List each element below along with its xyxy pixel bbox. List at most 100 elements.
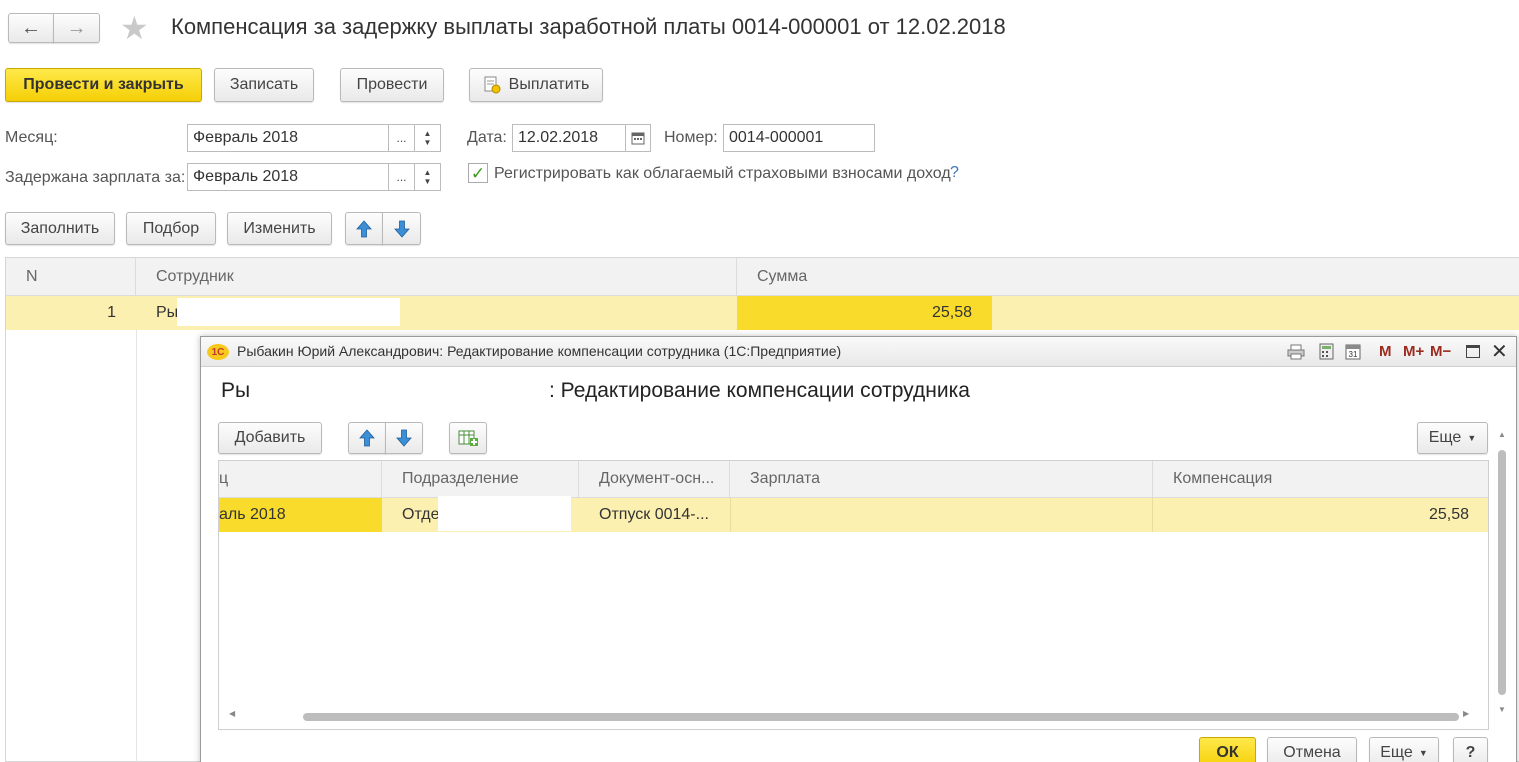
maximize-icon[interactable] xyxy=(1466,345,1480,358)
pay-document-icon xyxy=(484,76,501,94)
month-select-button[interactable]: ... xyxy=(388,124,415,152)
arrow-down-icon xyxy=(393,220,410,238)
row-salary xyxy=(730,498,1153,532)
close-icon[interactable]: ✕ xyxy=(1491,339,1508,364)
horizontal-scrollbar[interactable]: ◀ ▶ xyxy=(219,709,1473,725)
compensation-table-header: ц Подразделение Документ-осн... Зарплата… xyxy=(219,461,1488,498)
footer-more-button[interactable]: Еще ▼ xyxy=(1369,737,1439,762)
arrow-up-icon xyxy=(356,219,372,237)
edit-compensation-dialog: 1C Рыбакин Юрий Александрович: Редактиро… xyxy=(200,336,1517,762)
save-button[interactable]: Записать xyxy=(214,68,314,102)
stepper-up-icon: ▲ xyxy=(423,129,432,138)
column-header-compensation[interactable]: Компенсация xyxy=(1153,461,1488,497)
row-sum: 25,58 xyxy=(737,296,992,330)
post-and-close-button[interactable]: Провести и закрыть xyxy=(5,68,202,102)
row-employee: Ры xyxy=(156,304,179,321)
column-header-month[interactable]: ц xyxy=(219,461,382,497)
arrow-up-icon xyxy=(359,429,375,447)
number-field[interactable]: 0014-000001 xyxy=(723,124,875,152)
print-icon[interactable] xyxy=(1287,344,1305,360)
redacted-employee-name xyxy=(177,298,400,326)
help-button[interactable]: ? xyxy=(1453,737,1488,762)
scroll-right-icon[interactable]: ▶ xyxy=(1463,709,1469,718)
move-up-button[interactable] xyxy=(345,212,383,245)
more-dropdown-button[interactable]: Еще ▼ xyxy=(1417,422,1488,454)
chevron-down-icon: ▼ xyxy=(1418,748,1428,758)
arrow-left-icon: ← xyxy=(21,16,41,39)
popup-move-up-button[interactable] xyxy=(348,422,386,454)
dialog-header-prefix: Ры xyxy=(221,379,251,402)
arrow-down-icon xyxy=(396,429,412,447)
cancel-button[interactable]: Отмена xyxy=(1267,737,1357,762)
pay-button[interactable]: Выплатить xyxy=(469,68,603,102)
scroll-left-icon[interactable]: ◀ xyxy=(229,709,235,718)
vertical-scrollbar[interactable]: ▲ ▼ xyxy=(1495,430,1511,718)
stepper-up-icon: ▲ xyxy=(423,168,432,177)
month-field[interactable]: Февраль 2018 xyxy=(187,124,389,152)
delayed-salary-field[interactable]: Февраль 2018 xyxy=(187,163,389,191)
row-document: Отпуск 0014-... xyxy=(599,506,709,523)
arrow-right-icon: → xyxy=(66,16,87,39)
redacted-department xyxy=(438,496,571,531)
more-label: Еще xyxy=(1428,429,1462,446)
scroll-up-icon[interactable]: ▲ xyxy=(1498,430,1506,439)
row-number: 1 xyxy=(107,304,116,321)
register-checkbox[interactable]: ✓ xyxy=(468,163,488,183)
popup-move-down-button[interactable] xyxy=(385,422,423,454)
column-header-department[interactable]: Подразделение xyxy=(382,461,579,497)
change-button[interactable]: Изменить xyxy=(227,212,332,245)
calendar-button[interactable] xyxy=(625,124,651,152)
check-icon: ✓ xyxy=(470,163,486,183)
pay-button-label: Выплатить xyxy=(508,76,590,93)
row-compensation: 25,58 xyxy=(1428,506,1469,523)
memory-m-button[interactable]: M xyxy=(1379,343,1392,360)
table-settings-button[interactable] xyxy=(449,422,487,454)
column-header-n[interactable]: N xyxy=(6,258,136,295)
dialog-header: : Редактирование компенсации сотрудника xyxy=(549,379,970,402)
add-button[interactable]: Добавить xyxy=(218,422,322,454)
table-header: N Сотрудник Сумма xyxy=(6,258,1519,296)
delayed-select-button[interactable]: ... xyxy=(388,163,415,191)
favorite-star-icon[interactable]: ★ xyxy=(120,10,149,46)
date-label: Дата: xyxy=(467,129,507,146)
memory-plus-button[interactable]: M+ xyxy=(1403,343,1424,360)
post-button[interactable]: Провести xyxy=(340,68,444,102)
table-add-icon xyxy=(458,430,478,446)
stepper-down-icon: ▼ xyxy=(423,138,432,147)
date-field[interactable]: 12.02.2018 xyxy=(512,124,626,152)
table-row[interactable]: 1 Ры 25,58 xyxy=(6,296,1519,330)
scroll-thumb-vertical[interactable] xyxy=(1498,450,1506,695)
scroll-down-icon[interactable]: ▼ xyxy=(1498,705,1506,714)
column-header-salary[interactable]: Зарплата xyxy=(730,461,1153,497)
month-stepper[interactable]: ▲ ▼ xyxy=(414,124,441,152)
column-header-document[interactable]: Документ-осн... xyxy=(579,461,730,497)
compensation-row[interactable]: аль 2018 Отде Отпуск 0014-... 25,58 xyxy=(219,496,1488,532)
move-down-button[interactable] xyxy=(382,212,421,245)
fill-button[interactable]: Заполнить xyxy=(5,212,115,245)
calendar-icon[interactable]: 31 xyxy=(1345,343,1361,360)
row-month: аль 2018 xyxy=(219,498,382,532)
month-label: Месяц: xyxy=(5,129,58,146)
row-department: Отде xyxy=(402,506,440,523)
footer-more-label: Еще xyxy=(1380,744,1413,761)
compensation-table: ц Подразделение Документ-осн... Зарплата… xyxy=(218,460,1489,730)
delayed-stepper[interactable]: ▲ ▼ xyxy=(414,163,441,191)
column-header-employee[interactable]: Сотрудник xyxy=(136,258,737,295)
stepper-down-icon: ▼ xyxy=(423,177,432,186)
dialog-title: Рыбакин Юрий Александрович: Редактирован… xyxy=(237,343,842,359)
pick-button[interactable]: Подбор xyxy=(126,212,216,245)
scroll-thumb[interactable] xyxy=(303,713,1459,721)
svg-text:31: 31 xyxy=(1349,350,1358,359)
forward-button[interactable]: → xyxy=(53,13,100,43)
ok-button[interactable]: ОК xyxy=(1199,737,1256,762)
1c-logo-icon: 1C xyxy=(207,344,229,360)
memory-minus-button[interactable]: M− xyxy=(1430,343,1451,360)
calculator-icon[interactable] xyxy=(1319,343,1334,360)
number-label: Номер: xyxy=(664,129,718,146)
back-button[interactable]: ← xyxy=(8,13,54,43)
calendar-icon xyxy=(631,132,645,145)
column-header-sum[interactable]: Сумма xyxy=(737,258,1519,295)
dialog-titlebar: 1C Рыбакин Юрий Александрович: Редактиро… xyxy=(201,337,1516,367)
help-link[interactable]: ? xyxy=(950,164,959,182)
register-checkbox-label[interactable]: Регистрировать как облагаемый страховыми… xyxy=(494,165,951,183)
